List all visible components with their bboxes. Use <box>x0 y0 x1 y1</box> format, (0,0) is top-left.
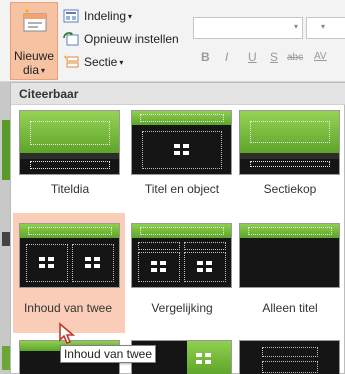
chevron-down-icon: ▾ <box>41 65 46 75</box>
slide-thumbnail-edge <box>2 120 10 180</box>
new-slide-label-2: dia ▾ <box>22 63 46 77</box>
layout-thumbnail-icon <box>239 340 340 374</box>
font-size-select[interactable]: ▾ <box>306 17 345 39</box>
layout-label: Alleen titel <box>262 301 318 315</box>
section-header-layout-icon <box>239 110 340 175</box>
new-slide-label: Nieuwe <box>13 49 55 63</box>
two-content-layout-icon <box>19 223 120 288</box>
mouse-pointer-icon <box>59 322 76 344</box>
chevron-down-icon: ▾ <box>321 22 326 31</box>
layout-label: Titel en object <box>144 182 220 196</box>
layout-tile-section-header[interactable]: Sectiekop <box>237 106 345 201</box>
ribbon: Nieuwe dia ▾ Indeling ▾ Opnieuw instellen … <box>0 0 345 82</box>
layout-label: Sectiekop <box>263 182 317 196</box>
reset-button[interactable]: Opnieuw instellen <box>63 29 179 49</box>
character-spacing-button[interactable]: AV <box>314 51 327 62</box>
reset-icon <box>63 32 79 46</box>
new-slide-icon <box>23 9 47 32</box>
shadow-button[interactable]: S <box>270 50 278 64</box>
layout-tile-two-content[interactable]: Inhoud van twee <box>13 213 125 333</box>
chevron-down-icon: ▾ <box>119 57 124 67</box>
layout-tile-title-content[interactable]: Titel en object <box>125 106 237 201</box>
section-label: Sectie <box>84 55 118 69</box>
new-slide-button[interactable]: Nieuwe dia ▾ <box>10 2 58 80</box>
title-content-layout-icon <box>131 110 232 175</box>
layout-label: Inhoud van twee <box>23 301 113 315</box>
gallery-header: Citeerbaar <box>11 83 345 105</box>
section-button[interactable]: Sectie ▾ <box>63 52 123 72</box>
strikethrough-button[interactable]: abc <box>287 52 303 63</box>
layout-tile-title-slide[interactable]: Titeldia <box>13 106 125 201</box>
reset-label: Opnieuw instellen <box>84 32 179 46</box>
section-icon <box>64 55 79 68</box>
layout-tile-title-only[interactable]: Alleen titel <box>237 213 345 333</box>
layout-tooltip: Inhoud van twee <box>60 345 156 363</box>
chevron-down-icon: ▾ <box>128 11 133 21</box>
underline-button[interactable]: U <box>248 50 257 64</box>
layout-tile-more-3[interactable] <box>237 338 345 374</box>
layout-tile-comparison[interactable]: Vergelijking <box>125 213 237 333</box>
comparison-layout-icon <box>131 223 232 288</box>
layout-label: Vergelijking <box>151 301 213 315</box>
slide-thumbnail-edge <box>2 346 10 370</box>
bold-button[interactable]: B <box>201 50 210 64</box>
title-slide-layout-icon <box>19 110 120 175</box>
italic-button[interactable]: I <box>225 50 228 64</box>
chevron-down-icon: ▾ <box>293 22 298 31</box>
slide-thumbnail-edge <box>2 232 10 246</box>
layout-icon <box>63 9 79 23</box>
layout-label: Indeling <box>84 9 127 23</box>
layout-label: Titeldia <box>50 182 90 196</box>
font-family-select[interactable]: ▾ <box>193 17 303 39</box>
title-only-layout-icon <box>239 223 340 288</box>
layout-button[interactable]: Indeling ▾ <box>63 6 132 26</box>
